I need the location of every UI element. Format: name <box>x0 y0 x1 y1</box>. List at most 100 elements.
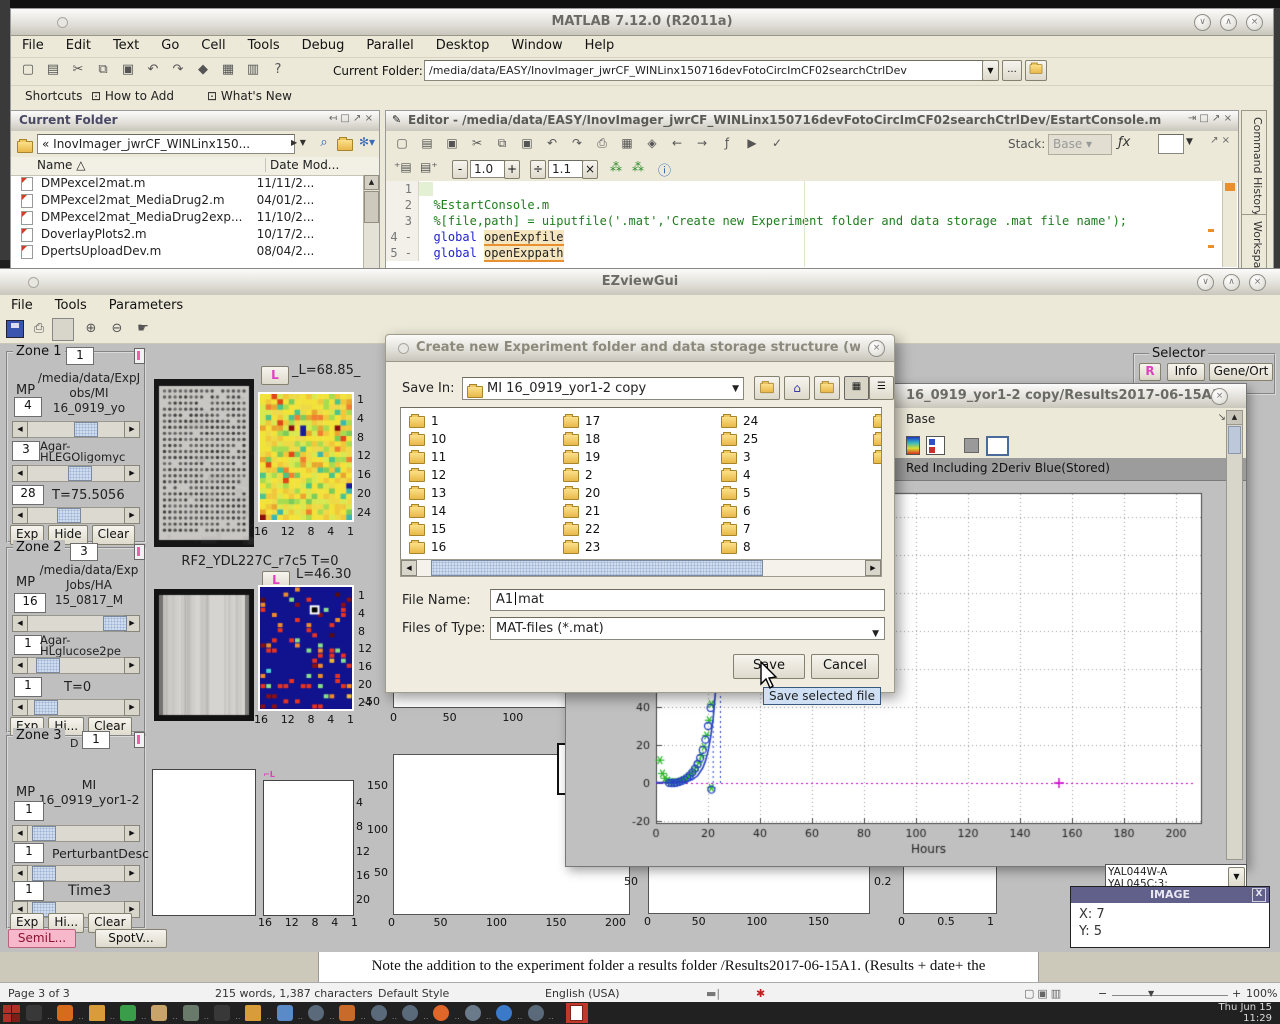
save-in-combo[interactable]: MI 16_0919_yor1-2 copy ▼ <box>462 377 744 400</box>
zone3-L-mini[interactable]: ⌐L <box>263 770 275 779</box>
address-expand-icon[interactable]: ▶ ▼ <box>291 138 306 147</box>
menu-item[interactable]: Window <box>500 35 573 56</box>
zone2-plate-photo[interactable] <box>154 589 254 721</box>
menu-item[interactable]: Parallel <box>355 35 424 56</box>
name-column-header[interactable]: Name △ <box>37 158 85 172</box>
menu-item[interactable]: File <box>0 295 44 316</box>
tab-command-history[interactable]: Command History <box>1241 110 1267 226</box>
editor-toolbar-icon[interactable]: ◈ <box>644 135 660 152</box>
zone3-media-slider[interactable]: ◀▶ <box>12 865 140 880</box>
globe-icon[interactable] <box>496 1005 512 1021</box>
gene-item[interactable]: YAL044W-A <box>1108 866 1244 878</box>
editor-toolbar-icon[interactable]: ▣ <box>444 135 460 152</box>
zoom-out-icon[interactable]: − <box>1098 987 1107 1000</box>
view-layout-icons[interactable]: ▢▣▥ <box>1024 987 1064 1000</box>
toolbar-icon[interactable]: ✂ <box>69 61 87 79</box>
window-menu-icon[interactable] <box>28 277 39 288</box>
fx-icon[interactable]: ƒx <box>1118 135 1130 150</box>
home-button[interactable]: ⌂ <box>784 376 810 400</box>
ez-toolbar-icon[interactable]: ⊖ <box>108 320 126 338</box>
workspace-switcher-icon[interactable] <box>3 1005 20 1022</box>
zone3-media-input[interactable]: 1 <box>14 843 44 863</box>
current-folder-header[interactable]: Current Folder ↤ □ ↗ × <box>11 111 379 132</box>
gene-dropdown-button[interactable]: ▼ <box>1228 867 1245 887</box>
divide-button[interactable]: ÷ <box>530 160 546 179</box>
folder-item[interactable]: 6 <box>721 502 758 520</box>
toolbar-icon[interactable]: ↶ <box>144 61 162 79</box>
folder-item[interactable]: 25 <box>721 430 758 448</box>
layout-dropdown-icon[interactable]: ▼ <box>1186 137 1193 147</box>
app3-icon[interactable] <box>402 1005 418 1021</box>
date-column-header[interactable]: Date Mod... <box>265 158 339 172</box>
zone2-mp-input[interactable]: 16 <box>14 593 46 613</box>
firefox-icon[interactable] <box>433 1005 449 1021</box>
folder-item[interactable]: 2 <box>563 466 600 484</box>
zone3-number-input[interactable]: 1 <box>82 731 110 749</box>
editor-window-icons[interactable]: ⇥ □ ↗ × <box>1188 113 1232 124</box>
up-folder-icon[interactable] <box>337 137 353 151</box>
toolbar-icon[interactable]: ⧉ <box>94 61 112 79</box>
shortcut-how-to-add[interactable]: ⊡ How to Add <box>91 89 174 103</box>
ez-toolbar-icon[interactable]: ⊕ <box>82 320 100 338</box>
grid-view-button[interactable]: ▦ <box>844 376 869 400</box>
percent-minus-icon[interactable]: ⁂ <box>632 160 644 174</box>
zone1-time-input[interactable]: 28 <box>12 485 44 505</box>
menu-item[interactable]: Debug <box>291 35 356 56</box>
cancel-button[interactable]: Cancel <box>811 654 879 679</box>
decrease-button[interactable]: - <box>452 160 468 179</box>
folder-item[interactable]: 13 <box>409 484 446 502</box>
folder-item[interactable]: 14 <box>409 502 446 520</box>
close-button[interactable]: × <box>1246 14 1263 31</box>
camera-icon[interactable] <box>183 1005 199 1021</box>
file-row[interactable]: DMPexcel2mat.m 11/11/2... <box>11 175 363 192</box>
editor-toolbar-icon[interactable]: ▣ <box>519 135 535 152</box>
changes-icon[interactable]: ✱ <box>756 987 765 1000</box>
spreadsheet-icon[interactable] <box>120 1005 136 1021</box>
editor-toolbar-icon[interactable]: ⎙ <box>594 135 610 152</box>
selector-info-button[interactable]: Info <box>1167 363 1205 381</box>
editor-toolbar-icon[interactable]: ↶ <box>544 135 560 152</box>
app1-icon[interactable] <box>308 1005 324 1021</box>
panel-icon[interactable] <box>986 436 1009 456</box>
legend-icon[interactable] <box>926 436 945 455</box>
ezviewgui-titlebar[interactable]: EZviewGui ∨ ∧ × <box>0 269 1280 296</box>
editor-toolbar-icon[interactable]: ▢ <box>394 135 410 152</box>
minimize-button[interactable]: ∨ <box>1197 274 1214 291</box>
address-combo[interactable]: « InovImager_jwrCF_WINLinx150... <box>37 134 295 154</box>
ez-toolbar-icon[interactable]: ☛ <box>134 320 152 338</box>
maximize-button[interactable]: ∧ <box>1220 14 1237 31</box>
zoom-slider-thumb[interactable]: ▼ <box>1148 989 1154 998</box>
menu-item[interactable]: Desktop <box>425 35 501 56</box>
folder-item[interactable]: 3 <box>721 448 758 466</box>
folder-item[interactable]: 18 <box>563 430 600 448</box>
save-icon[interactable] <box>6 320 24 338</box>
folder-item[interactable]: 19 <box>563 448 600 466</box>
window-menu-icon[interactable] <box>398 343 409 354</box>
browse-folder-button[interactable]: ... <box>1002 60 1022 81</box>
zone1-plate-photo[interactable] <box>154 379 254 547</box>
folder-item[interactable]: 23 <box>563 538 600 556</box>
writer-page[interactable]: Note the addition to the experiment fold… <box>318 952 1039 982</box>
file-row[interactable]: DoverlayPlots2.m 10/17/2... <box>11 226 363 243</box>
close-button[interactable]: × <box>1211 388 1228 405</box>
matlab-icon[interactable] <box>57 1005 73 1021</box>
editor-toolbar-icon[interactable]: ✓ <box>769 135 785 152</box>
editor-toolbar-icon[interactable]: ↷ <box>569 135 585 152</box>
editor-toolbar-icon[interactable]: ▤ <box>419 135 435 152</box>
app4-icon[interactable] <box>465 1005 481 1021</box>
close-button[interactable]: × <box>868 340 885 357</box>
folder-icon[interactable] <box>89 1005 105 1021</box>
file-row[interactable]: DMPexcel2mat_MediaDrug2.m 04/01/2... <box>11 192 363 209</box>
clipboard-icon[interactable] <box>151 1005 167 1021</box>
close-button[interactable]: × <box>1249 274 1266 291</box>
word-count[interactable]: 215 words, 1,387 characters <box>215 987 373 1000</box>
zone3-mp-input[interactable]: 1 <box>14 801 44 821</box>
zone-button[interactable]: Clear <box>92 525 135 545</box>
folder-list[interactable]: 110111213141516 171819220212223 24253456… <box>400 407 882 561</box>
menu-item[interactable]: Tools <box>237 35 291 56</box>
zone3-toggle-button[interactable] <box>134 732 145 748</box>
folder-dropdown-button[interactable]: ▼ <box>982 60 999 81</box>
editor-undock-close-icons[interactable]: ↗ × <box>1210 135 1230 146</box>
zone1-L-button[interactable]: L <box>261 366 289 385</box>
selector-r-button[interactable]: R <box>1139 363 1161 381</box>
